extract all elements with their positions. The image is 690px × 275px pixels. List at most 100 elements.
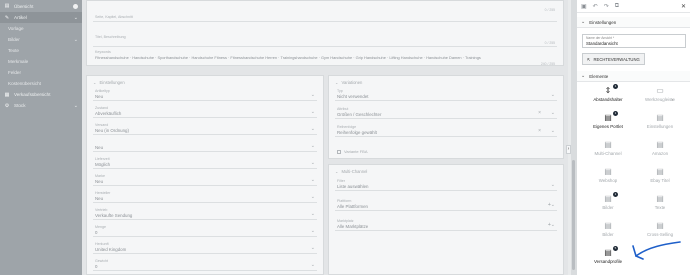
sidebar-item[interactable]: Felder	[0, 67, 82, 78]
chevron-down-icon[interactable]: ⌄	[311, 160, 315, 166]
field-label: Marktplatz	[337, 219, 354, 223]
element-tile[interactable]: ▤ Texte	[635, 192, 685, 222]
field-value[interactable]: Liste auswählen	[337, 184, 369, 189]
element-label: Bilder	[602, 205, 614, 210]
chevron-down-icon[interactable]: ⌄	[551, 110, 555, 116]
elements-section-header[interactable]: ⌄ Elemente	[577, 71, 690, 82]
chevron-down-icon[interactable]: ⌄	[311, 245, 315, 251]
tag-icon: ✎	[4, 14, 10, 21]
field-value[interactable]: Neu	[95, 145, 103, 150]
chevron-down-icon[interactable]: ⌄	[311, 126, 315, 132]
multichannel-card-header[interactable]: ⌄ Multi-Channel	[335, 169, 367, 174]
chevron-down-icon[interactable]: ⌄	[311, 92, 315, 98]
multichannel-card: ⌄ Multi-Channel Filter Liste auswählen ⌄ Pl…	[328, 164, 564, 275]
plus-icon[interactable]: +	[548, 202, 551, 208]
field-label: Lieferzeit	[95, 157, 110, 161]
sidebar-item[interactable]: Merkmale	[0, 56, 82, 67]
field-value[interactable]: Neu (in Ordnung)	[95, 128, 129, 133]
save-icon[interactable]: ▣	[581, 3, 587, 10]
chevron-down-icon[interactable]: ⌄	[311, 211, 315, 217]
copy-icon[interactable]: ⧉	[615, 3, 619, 10]
field-value[interactable]: Größen / Geschlechter	[337, 112, 381, 117]
field-value[interactable]: Reihenfolge gewählt	[337, 130, 377, 135]
field-value[interactable]: 0	[95, 230, 97, 235]
chevron-down-icon[interactable]: ⌄	[311, 177, 315, 183]
field1-label: Seite, Kapitel, Abschnitt	[95, 15, 133, 19]
field1-input[interactable]	[93, 21, 557, 22]
field-value[interactable]: 0	[95, 264, 97, 269]
field-value[interactable]: United Kingdom	[95, 247, 126, 252]
field-underline	[93, 117, 317, 118]
chevron-down-icon[interactable]: ⌄	[311, 194, 315, 200]
sidebar-item[interactable]: ✎ Artikel ⌄	[0, 12, 82, 23]
element-tile[interactable]: ▤ 5 Versandprofile	[583, 246, 633, 275]
clear-icon[interactable]: ×	[538, 128, 541, 134]
sidebar-item[interactable]: Kostenübersicht	[0, 78, 82, 89]
field-underline	[335, 210, 557, 211]
field-value[interactable]: Alle Marktplätze	[337, 224, 368, 229]
field-value[interactable]: Abverkäuflich	[95, 111, 121, 116]
element-tile[interactable]: ▤ 1 Eigenes Portlet	[583, 111, 633, 141]
element-label: Multi-Channel	[594, 151, 622, 156]
element-label: Texte	[654, 205, 666, 210]
clear-icon[interactable]: ×	[538, 110, 541, 116]
redo-icon[interactable]: ↷	[604, 3, 609, 10]
sidebar-item[interactable]: ▦ Verkaufsübersicht	[0, 89, 82, 100]
element-tile[interactable]: ▭ Werkzeugleiste	[635, 84, 685, 114]
sidebar-item[interactable]: Bilder ⌄	[0, 34, 82, 45]
view-name-field[interactable]: Name der Ansicht * Standardansicht	[582, 34, 686, 48]
plus-icon[interactable]: +	[548, 222, 551, 228]
variations-card-header[interactable]: ⌄ Variationen	[335, 80, 362, 85]
amazon-icon: ▤	[656, 140, 664, 149]
keywords-input[interactable]: Fitnesshandschuhe · Handschuhe · Sportha…	[95, 55, 481, 60]
chevron-down-icon[interactable]: ⌄	[311, 143, 315, 149]
field-label: Reihenfolge	[337, 125, 357, 129]
chevron-right-icon[interactable]: ›	[672, 97, 673, 102]
fba-checkbox[interactable]	[337, 149, 341, 154]
sidebar-item[interactable]: Vorlage	[0, 23, 82, 34]
sidebar-item[interactable]: Texte	[0, 45, 82, 56]
top-card: Seite, Kapitel, Abschnitt 0 / 255 Titel,…	[86, 0, 564, 66]
field-value[interactable]: Neu	[95, 94, 103, 99]
field-value[interactable]: Neu	[95, 196, 103, 201]
settings-section-header[interactable]: ⌄ Einstellungen	[577, 17, 690, 28]
undo-icon[interactable]: ↶	[593, 3, 598, 10]
chevron-down-icon: ⌄	[335, 80, 339, 85]
element-tile[interactable]: ▤ 1 Bilder	[583, 192, 633, 222]
close-icon[interactable]: ✕	[681, 3, 686, 10]
images-icon: ▤	[604, 221, 612, 230]
chevron-down-icon[interactable]: ⌄	[551, 202, 555, 208]
sidebar-header[interactable]: ▤ Übersicht	[0, 0, 82, 12]
chevron-down-icon[interactable]: ⌄	[551, 222, 555, 228]
panel-collapse-button[interactable]: ›	[566, 145, 571, 154]
element-tile[interactable]: ▤ Multi-Channel	[583, 138, 633, 168]
settings-dot-icon[interactable]	[73, 3, 78, 9]
element-label: Eigenes Portlet	[593, 124, 623, 129]
chevron-down-icon[interactable]: ⌄	[311, 109, 315, 115]
chevron-down-icon: ⌄	[581, 19, 586, 25]
chevron-down-icon[interactable]: ⌄	[311, 228, 315, 234]
field-underline	[93, 134, 317, 135]
chevron-down-icon[interactable]: ⌄	[551, 128, 555, 134]
element-tile[interactable]: ▤ Amazon	[635, 138, 685, 168]
element-tile[interactable]: ▤ Bilder	[583, 219, 633, 249]
element-tile[interactable]: ▤ Einstellungen	[635, 111, 685, 141]
fba-checkbox-row[interactable]: Variante FBA	[337, 149, 368, 154]
chevron-down-icon[interactable]: ⌄	[551, 182, 555, 188]
sidebar-item[interactable]: ⚙ Stock ⌄	[0, 100, 82, 111]
field-value[interactable]: Verkaufte Sendung	[95, 213, 132, 218]
chevron-down-icon[interactable]: ⌄	[311, 262, 315, 268]
element-tile[interactable]: ⇕ 1 Abstandshalter	[583, 84, 633, 114]
settings-card-header[interactable]: ⌄ Einstellungen	[93, 80, 125, 85]
field-value[interactable]: Nicht verwendet	[337, 94, 368, 99]
field-value[interactable]: Neu	[95, 179, 103, 184]
field-value[interactable]: Alle Plattformen	[337, 204, 368, 209]
field2-input[interactable]	[93, 46, 557, 47]
field-value[interactable]: Möglich	[95, 162, 110, 167]
element-tile[interactable]: ▤ Webshop	[583, 165, 633, 195]
rights-management-button[interactable]: ⇱ RECHTEVERWALTUNG	[582, 53, 645, 65]
chevron-down-icon[interactable]: ⌄	[551, 92, 555, 98]
main-scrollbar-thumb[interactable]	[572, 160, 575, 270]
element-tile[interactable]: ▤ Ebay Titel	[635, 165, 685, 195]
element-tile[interactable]: ▤ Cross-Selling	[635, 219, 685, 249]
